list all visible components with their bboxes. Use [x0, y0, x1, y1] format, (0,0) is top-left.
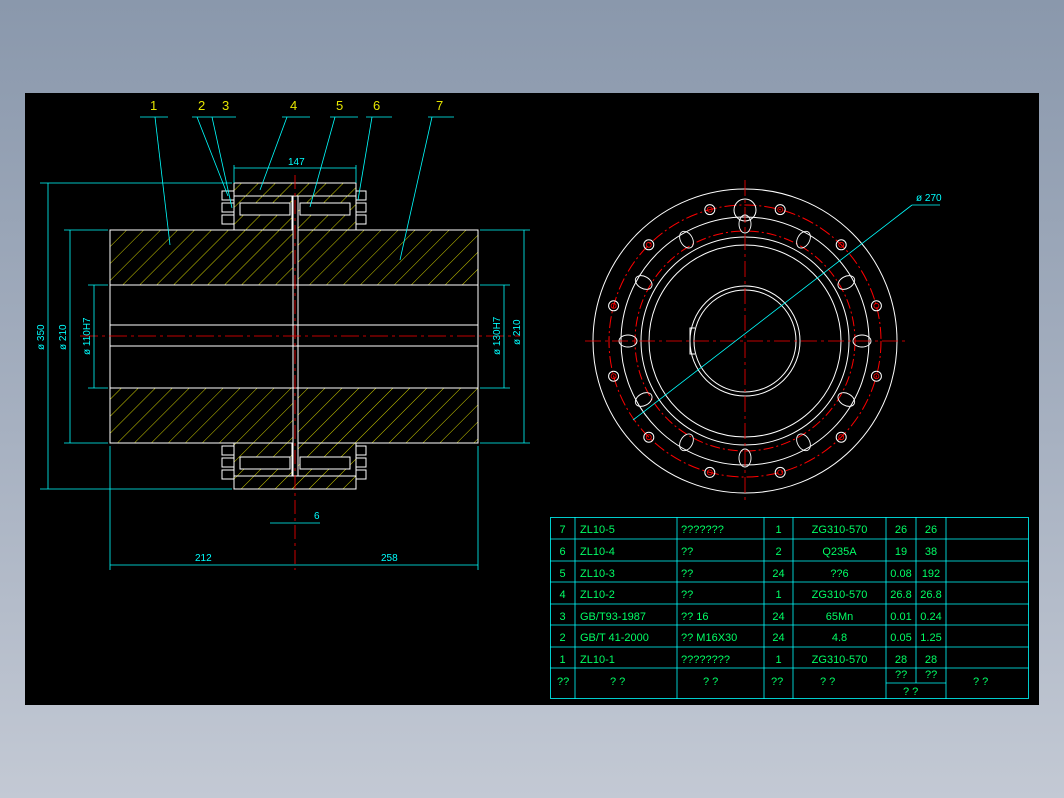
- bom-cell-no: 7: [559, 524, 565, 536]
- bom-cell-unit: 0.01: [890, 611, 911, 623]
- pocket-cut: [679, 230, 694, 249]
- pocket-cut: [837, 275, 856, 290]
- bom-cell-unit: 26.8: [890, 589, 911, 601]
- bom-header-name: ? ?: [703, 676, 718, 688]
- bom-header-no: ??: [557, 676, 569, 688]
- bom-cell-material: 65Mn: [826, 611, 854, 623]
- balloon-3: 3: [222, 98, 229, 113]
- bom-cell-qty: 1: [775, 654, 781, 666]
- bom-cell-code: ZL10-2: [580, 589, 615, 601]
- bom-cell-qty: 24: [772, 632, 784, 644]
- bolt-circle-dim-line: [632, 204, 913, 421]
- bom-cell-no: 4: [559, 589, 565, 601]
- bolt-hole: [774, 466, 786, 478]
- dim-flange-width: 147: [288, 157, 305, 168]
- bom-cell-material: 4.8: [832, 632, 847, 644]
- balloon-6: 6: [373, 98, 380, 113]
- pocket-cut: [634, 275, 653, 290]
- bom-cell-total: 28: [925, 654, 937, 666]
- bom-cell-material: ZG310-570: [812, 524, 868, 536]
- bolt-hole: [643, 239, 655, 251]
- bom-cell-code: ZL10-4: [580, 546, 615, 558]
- bom-cell-no: 2: [559, 632, 565, 644]
- bom-cell-qty: 24: [772, 611, 784, 623]
- bom-cell-total: 1.25: [920, 632, 941, 644]
- bom-cell-unit: 28: [895, 654, 907, 666]
- bom-cell-qty: 24: [772, 568, 784, 580]
- bom-cell-code: ZL10-1: [580, 654, 615, 666]
- bom-grid: [550, 517, 1029, 699]
- dim-outer-dia: ø 350: [36, 324, 47, 350]
- drawing-sheet: 147 ø 350 ø 210 ø 110H7 ø 130H7 ø 210 6 …: [25, 93, 1039, 705]
- bom-cell-qty: 2: [775, 546, 781, 558]
- bom-cell-name: ???????: [681, 524, 724, 536]
- bom-rows: 7 ZL10-5??????? 1 ZG310-570 26 26 6 ZL10-4?? 2 Q2…: [559, 524, 941, 666]
- bom-cell-name: ??: [681, 589, 693, 601]
- dim-bore-right: ø 130H7: [492, 316, 503, 355]
- left-hub: [109, 229, 294, 444]
- bom-header-material: ? ?: [820, 676, 835, 688]
- bom-cell-name: ?? M16X30: [681, 632, 737, 644]
- end-view: [585, 180, 940, 500]
- dim-bolt-circle: ø 270: [916, 193, 942, 204]
- balloon-labels: 1 2 3 4 5 6 7: [150, 98, 443, 113]
- bom-cell-no: 6: [559, 546, 565, 558]
- bill-of-materials: 7 ZL10-5??????? 1 ZG310-570 26 26 6 ZL10-4?? 2 Q2…: [550, 517, 1029, 699]
- balloon-2: 2: [198, 98, 205, 113]
- bom-cell-total: 26: [925, 524, 937, 536]
- bom-cell-code: ZL10-5: [580, 524, 615, 536]
- bom-cell-name: ??: [681, 546, 693, 558]
- bom-header-code: ? ?: [610, 676, 625, 688]
- dim-bore-left: ø 110H7: [82, 317, 93, 355]
- bom-cell-qty: 1: [775, 524, 781, 536]
- pocket-cut: [796, 433, 811, 452]
- bom-cell-material: ZG310-570: [812, 654, 868, 666]
- bom-cell-code: ZL10-3: [580, 568, 615, 580]
- bom-cell-unit: 19: [895, 546, 907, 558]
- bom-cell-qty: 1: [775, 589, 781, 601]
- bom-cell-name: ?? 16: [681, 611, 709, 623]
- bom-cell-name: ??: [681, 568, 693, 580]
- bom-cell-no: 5: [559, 568, 565, 580]
- bom-cell-material: Q235A: [822, 546, 857, 558]
- bom-cell-unit: 0.05: [890, 632, 911, 644]
- bom-cell-total: 192: [922, 568, 940, 580]
- bom-cell-name: ????????: [681, 654, 730, 666]
- bom-cell-no: 1: [559, 654, 565, 666]
- bom-cell-total: 0.24: [920, 611, 941, 623]
- bolt-hole: [870, 300, 882, 312]
- bom-cell-code: GB/T93-1987: [580, 611, 646, 623]
- right-hub: [297, 229, 479, 444]
- bom-header-weight-b: ??: [925, 669, 937, 681]
- bom-header-weight: ? ?: [903, 686, 918, 698]
- balloon-5: 5: [336, 98, 343, 113]
- dim-left-length: 212: [195, 553, 212, 564]
- bom-cell-total: 26.8: [920, 589, 941, 601]
- bom-header-qty: ??: [771, 676, 783, 688]
- dim-hub-dia-right: ø 210: [512, 319, 523, 345]
- bom-cell-code: GB/T 41-2000: [580, 632, 649, 644]
- balloon-1: 1: [150, 98, 157, 113]
- pocket-cut: [796, 230, 811, 249]
- bom-cell-material: ZG310-570: [812, 589, 868, 601]
- bom-cell-no: 3: [559, 611, 565, 623]
- bom-header: ?? ? ? ? ? ?? ? ? ?? ?? ? ? ? ?: [557, 669, 988, 698]
- dim-right-length: 258: [381, 553, 398, 564]
- pocket-cut: [837, 392, 856, 407]
- bom-cell-unit: 0.08: [890, 568, 911, 580]
- bom-cell-unit: 26: [895, 524, 907, 536]
- dim-hub-dia-left: ø 210: [58, 324, 69, 350]
- bom-header-remark: ? ?: [973, 676, 988, 688]
- balloon-4: 4: [290, 98, 297, 113]
- pocket-cut: [679, 433, 694, 452]
- bolt-hole-center: [645, 241, 652, 248]
- bom-cell-total: 38: [925, 546, 937, 558]
- balloon-7: 7: [436, 98, 443, 113]
- bom-header-weight-a: ??: [895, 669, 907, 681]
- dim-gap: 6: [314, 511, 320, 522]
- bom-cell-material: ??6: [830, 568, 848, 580]
